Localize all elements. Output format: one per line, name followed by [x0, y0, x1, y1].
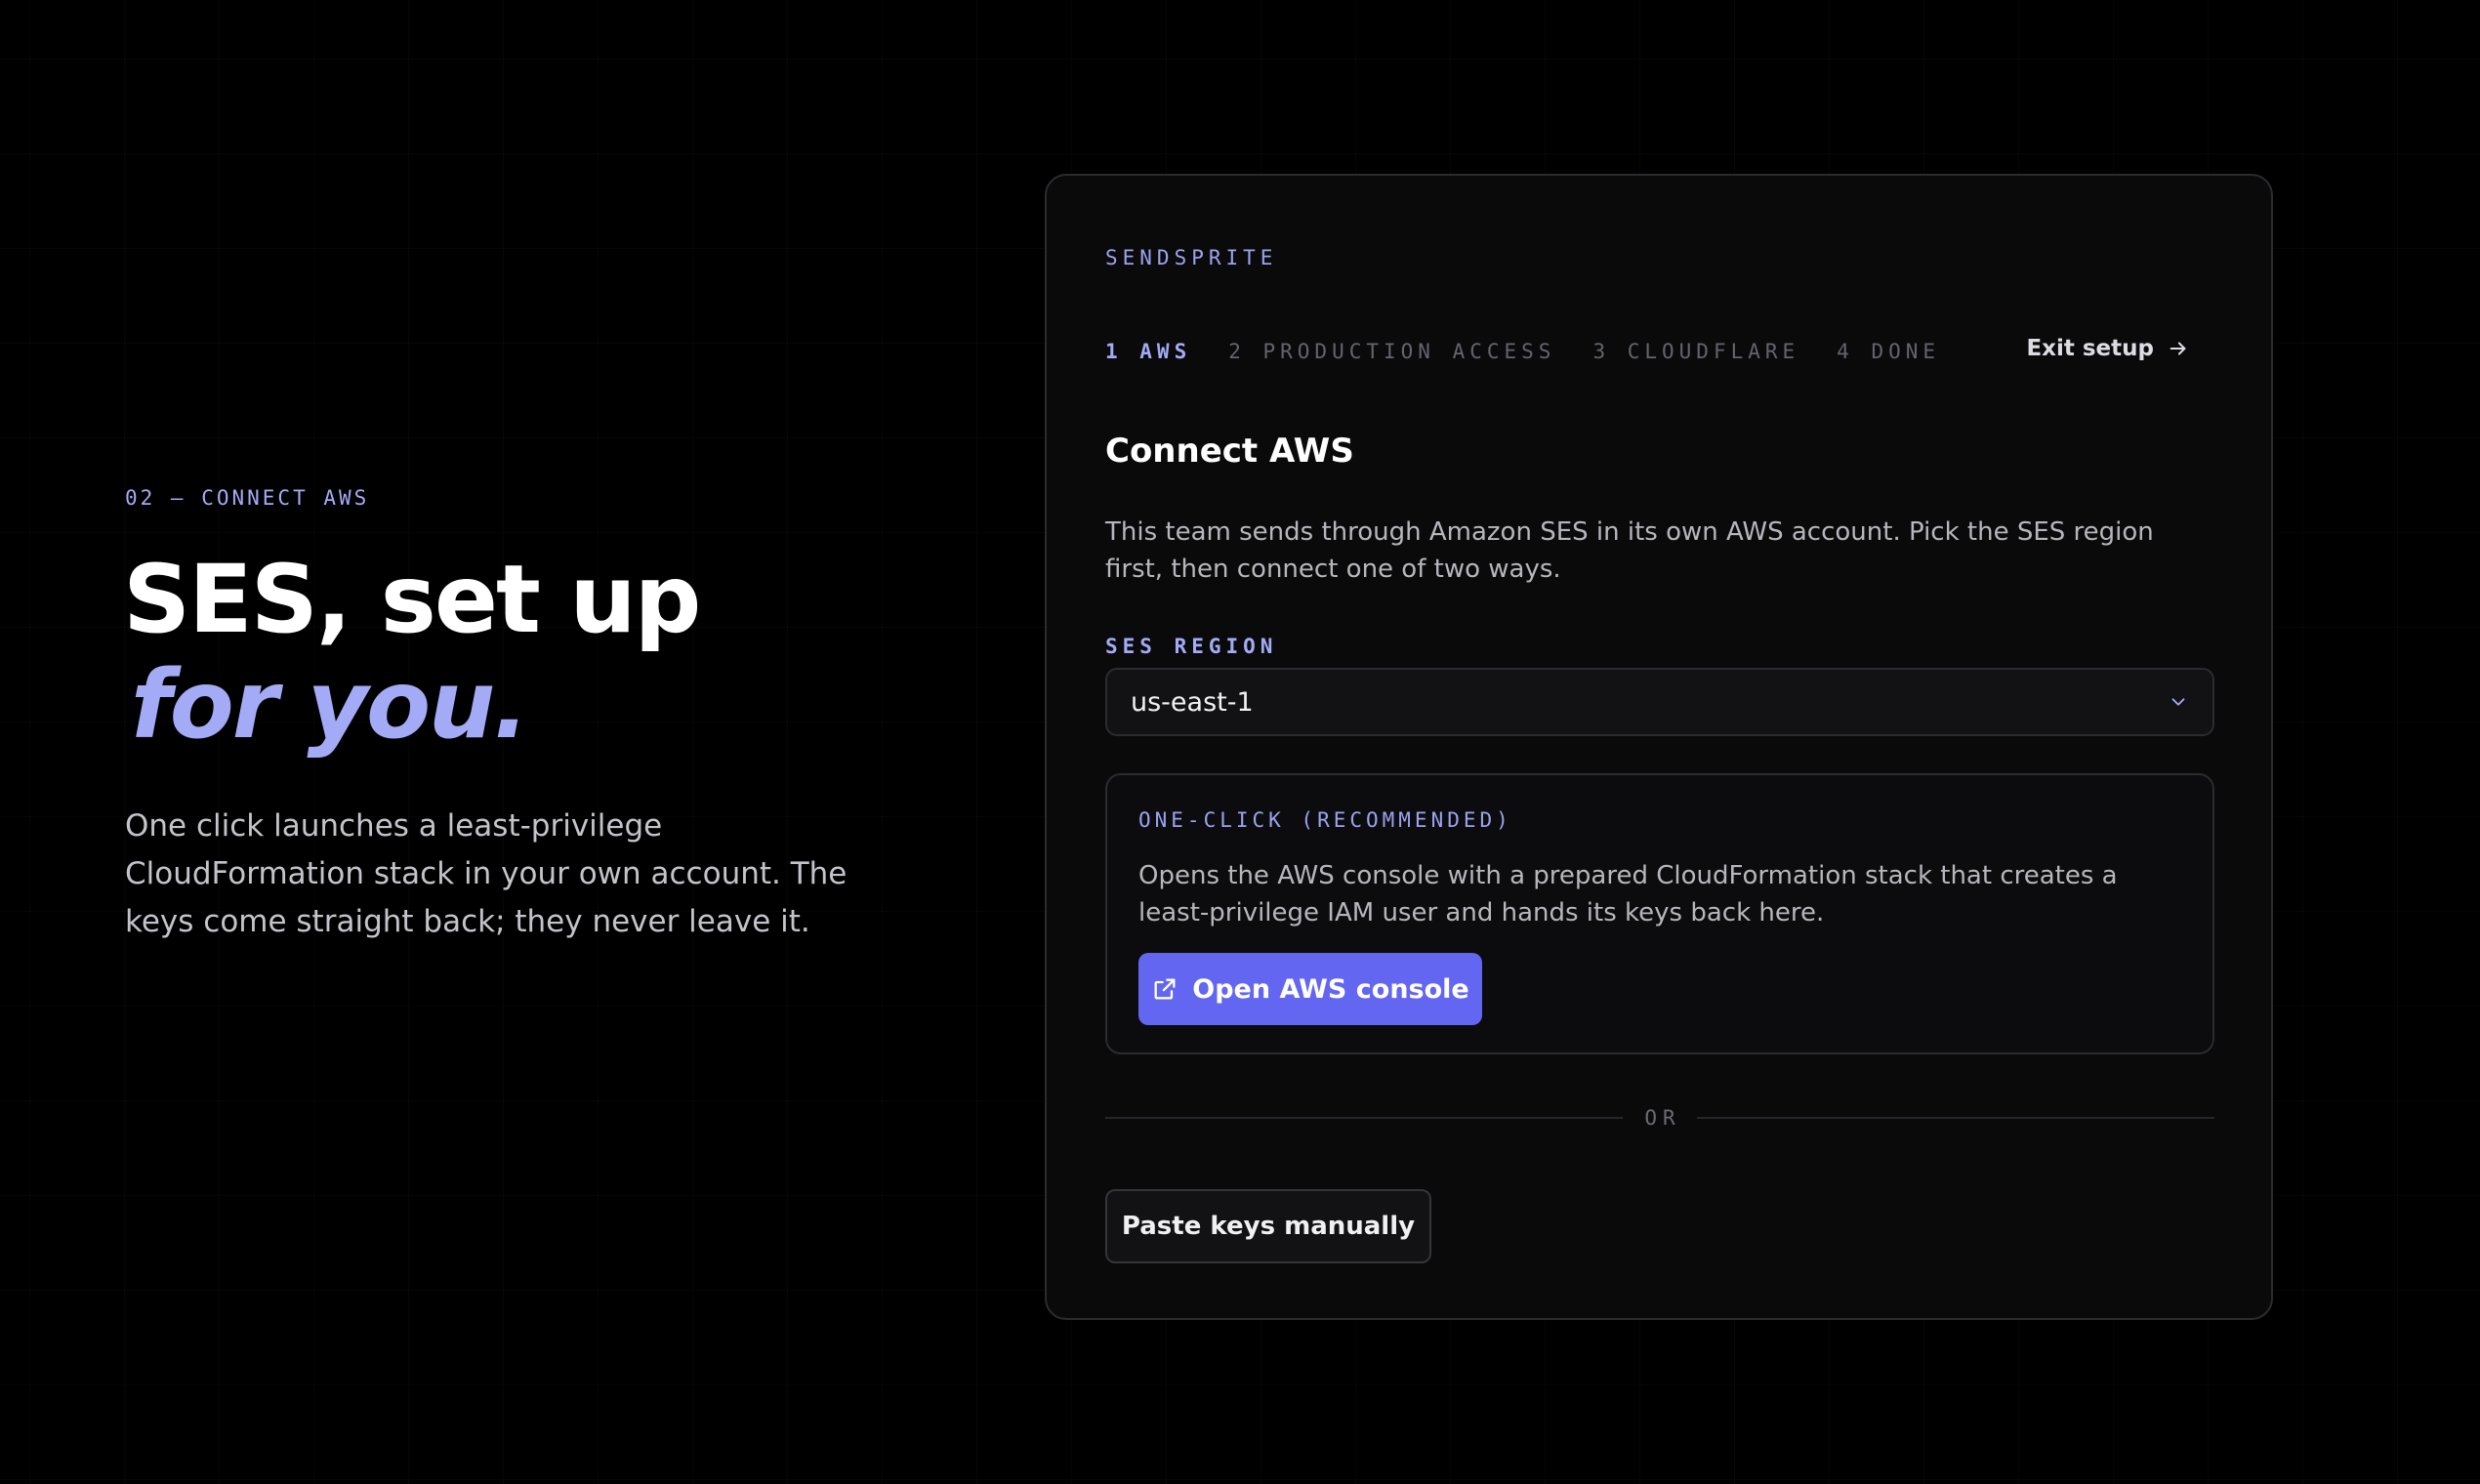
- exit-setup-link[interactable]: Exit setup: [2026, 336, 2189, 361]
- external-link-icon: [1154, 978, 1176, 1000]
- divider-text: OR: [1644, 1106, 1681, 1130]
- section-eyebrow: 02 — CONNECT AWS: [125, 486, 370, 510]
- exit-setup-label: Exit setup: [2026, 336, 2154, 361]
- divider-line-left: [1105, 1117, 1624, 1119]
- chevron-down-icon: [2171, 698, 2185, 706]
- hero-title-line1: SES, set up: [123, 545, 701, 654]
- one-click-label: ONE-CLICK (RECOMMENDED): [1138, 808, 1512, 832]
- open-aws-console-label: Open AWS console: [1192, 973, 1469, 1005]
- one-click-option: ONE-CLICK (RECOMMENDED) Opens the AWS co…: [1105, 773, 2214, 1054]
- hero-title-accent: for you.: [131, 650, 529, 760]
- paste-keys-manually-button[interactable]: Paste keys manually: [1105, 1189, 1431, 1263]
- step-production-access[interactable]: 2 PRODUCTION ACCESS: [1228, 340, 1555, 363]
- open-aws-console-button[interactable]: Open AWS console: [1138, 953, 1482, 1025]
- ses-region-select[interactable]: us-east-1: [1105, 668, 2214, 736]
- step-cloudflare[interactable]: 3 CLOUDFLARE: [1592, 340, 1799, 363]
- arrow-right-icon: [2170, 342, 2186, 355]
- card-title: Connect AWS: [1105, 432, 1354, 471]
- ses-region-label: SES REGION: [1105, 635, 1278, 658]
- one-click-description: Opens the AWS console with a prepared Cl…: [1138, 861, 2118, 928]
- hero-title: SES, set up for you.: [123, 545, 701, 760]
- step-aws[interactable]: 1 AWS: [1105, 340, 1191, 363]
- setup-steps: 1 AWS 2 PRODUCTION ACCESS 3 CLOUDFLARE 4…: [1105, 340, 1977, 363]
- step-done[interactable]: 4 DONE: [1837, 340, 1940, 363]
- or-divider: OR: [1105, 1103, 2215, 1133]
- ses-region-value: us-east-1: [1131, 686, 1254, 718]
- setup-card: SENDSPRITE 1 AWS 2 PRODUCTION ACCESS 3 C…: [1045, 174, 2273, 1320]
- card-description: This team sends through Amazon SES in it…: [1105, 517, 2154, 584]
- divider-line-right: [1696, 1117, 2215, 1119]
- hero-copy: One click launches a least-privilege Clo…: [125, 808, 847, 939]
- brand-name: SENDSPRITE: [1105, 246, 1278, 269]
